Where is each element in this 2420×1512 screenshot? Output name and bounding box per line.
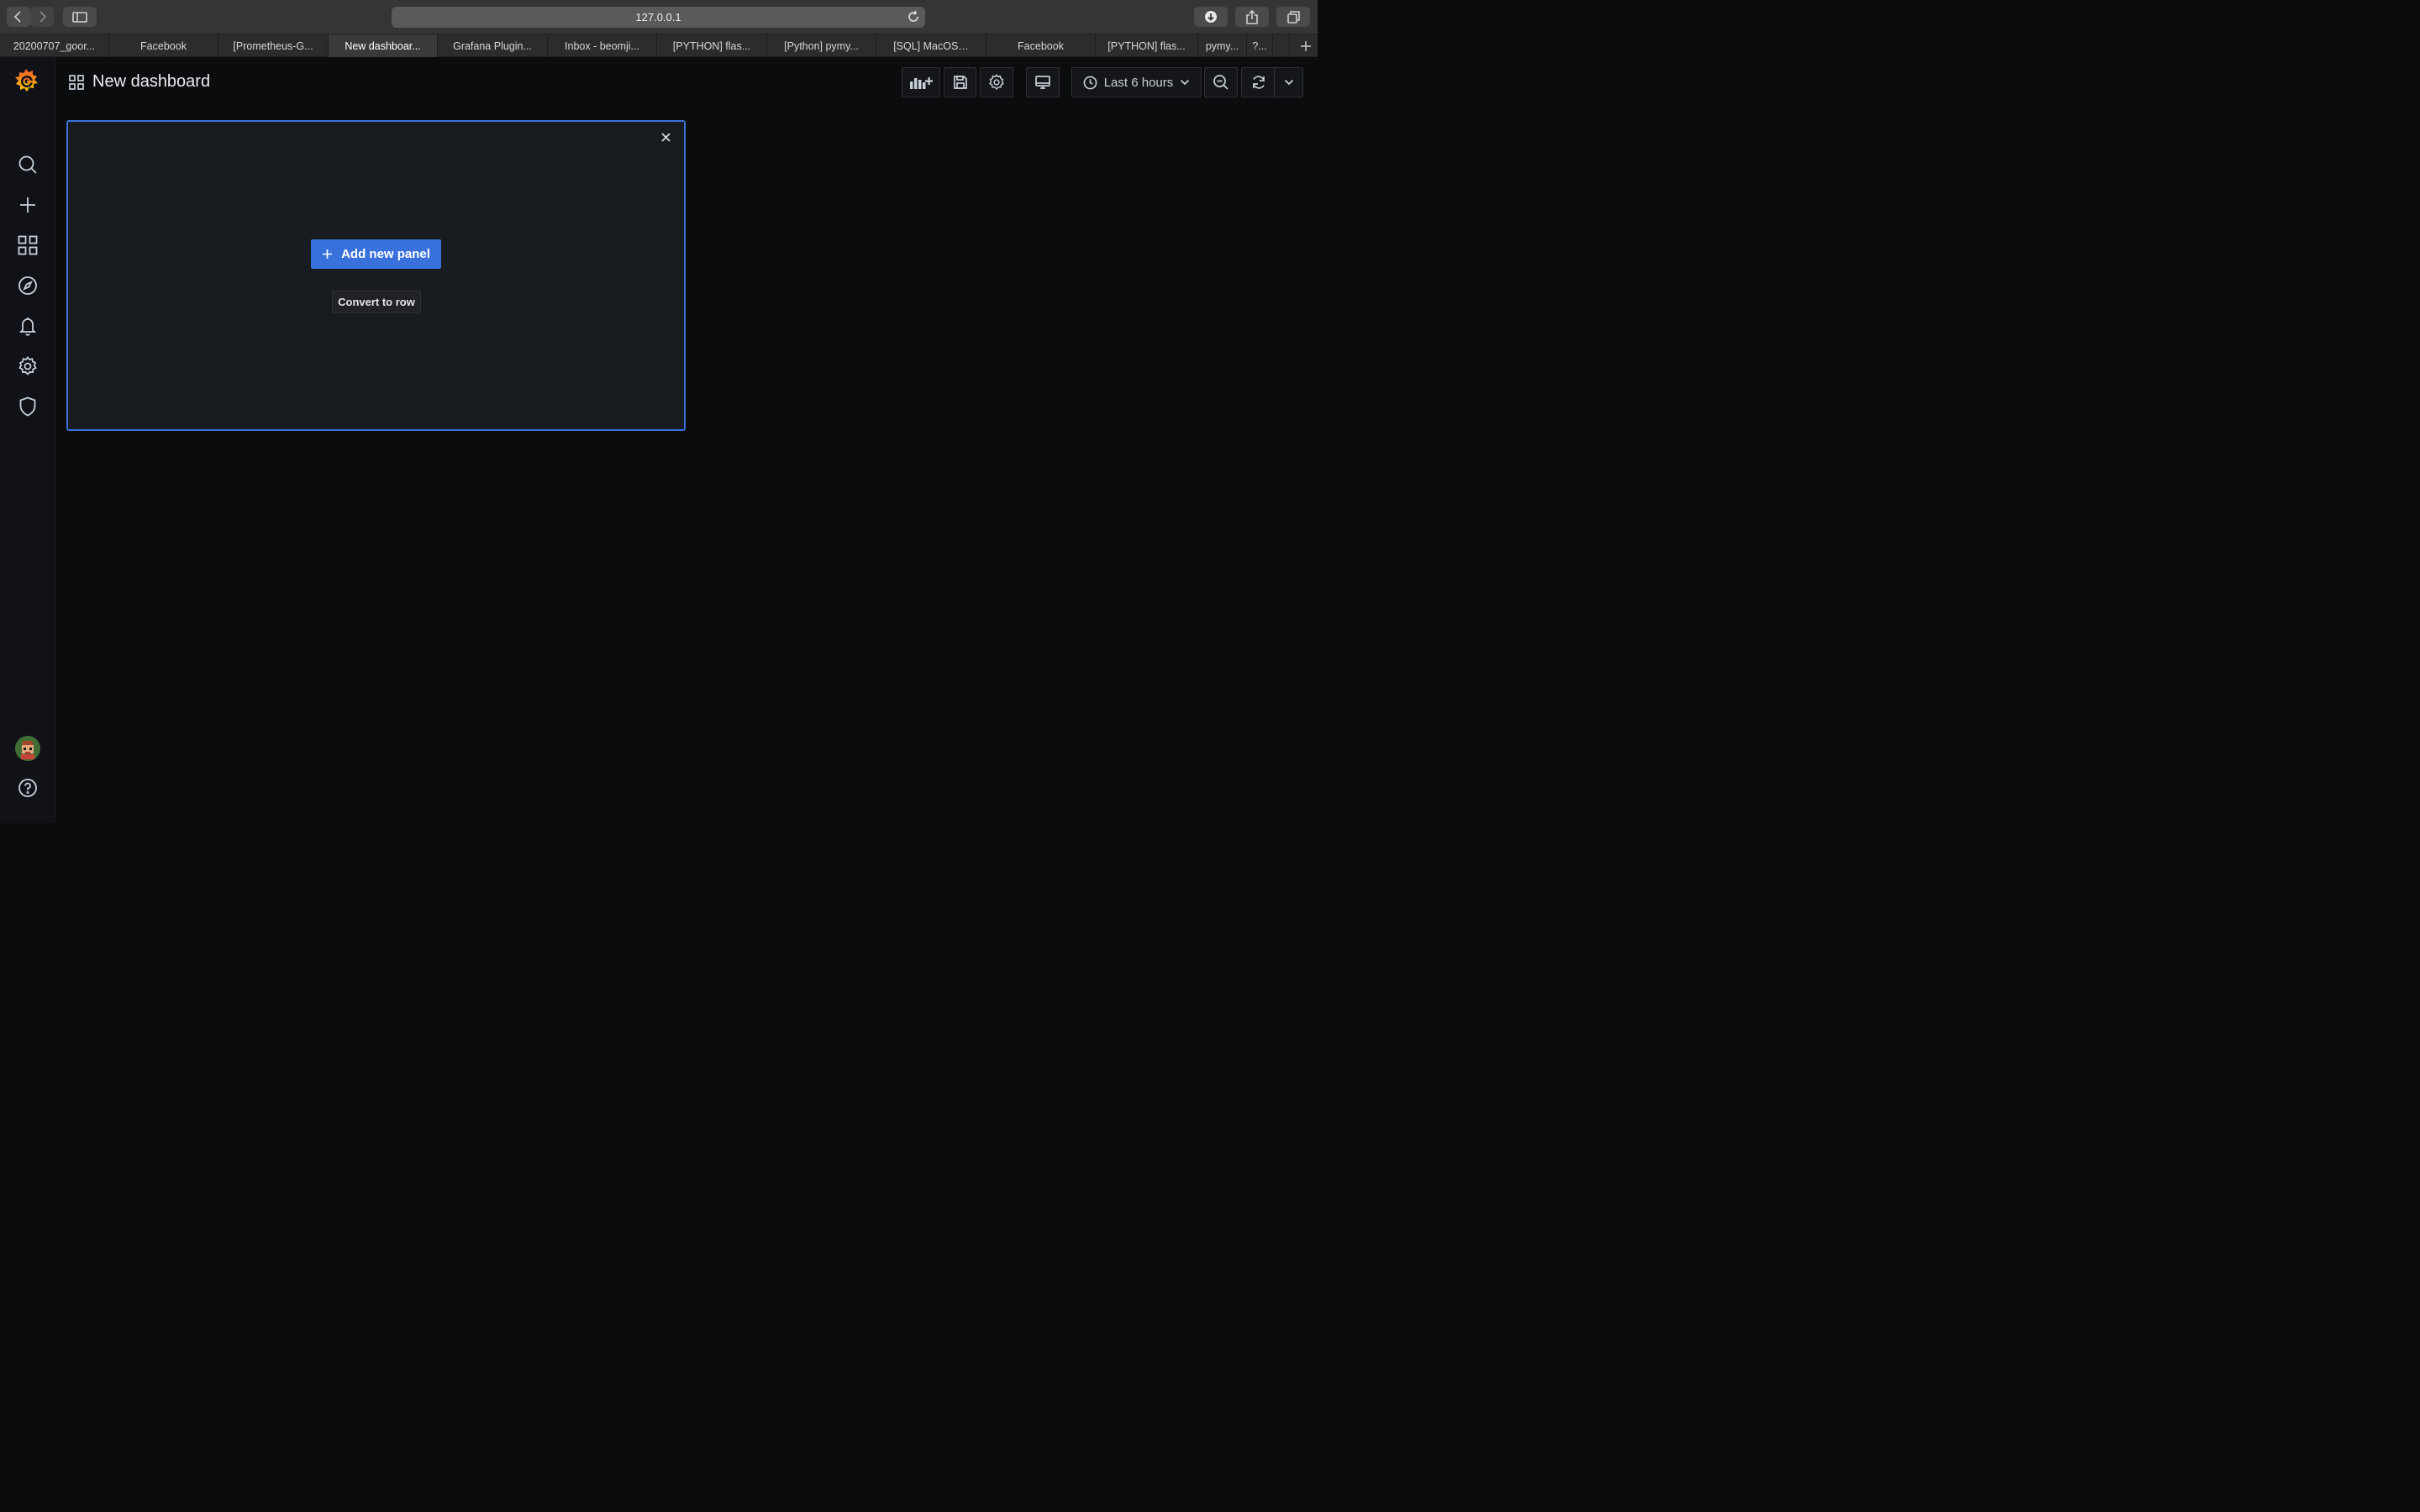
browser-tab[interactable]: [SQL] MacOS… <box>876 34 986 57</box>
browser-tab-bar: 20200707_goor... Facebook [Prometheus-G.… <box>0 34 1318 57</box>
tab-label: [Prometheus-G... <box>233 39 313 52</box>
dashboard-grid-icon <box>69 74 84 90</box>
dashboards-icon <box>18 235 38 255</box>
close-panel-button[interactable] <box>657 129 674 145</box>
create-nav-item[interactable] <box>15 192 40 218</box>
back-button[interactable] <box>7 7 30 27</box>
tab-label: ?... <box>1252 39 1267 52</box>
search-icon <box>18 155 37 174</box>
browser-tab[interactable]: Facebook <box>986 34 1096 57</box>
url-text: 127.0.0.1 <box>635 11 681 24</box>
browser-tab-active[interactable]: New dashboar... <box>329 34 438 57</box>
convert-to-row-button[interactable]: Convert to row <box>332 291 421 313</box>
explore-icon <box>18 276 37 295</box>
tab-label: Grafana Plugin... <box>453 39 532 52</box>
browser-tab[interactable]: ?... <box>1247 34 1273 57</box>
grafana-logo[interactable] <box>12 67 40 96</box>
help-icon <box>18 779 37 797</box>
browser-tab[interactable]: [Python] pymy... <box>767 34 876 57</box>
plus-icon <box>323 249 333 259</box>
tab-label: pymy... <box>1205 39 1239 52</box>
avatar-icon <box>15 736 40 761</box>
grafana-logo-icon <box>15 69 38 92</box>
chevron-down-icon <box>1181 79 1190 86</box>
configuration-nav-item[interactable] <box>15 354 40 379</box>
browser-tab[interactable]: Facebook <box>109 34 218 57</box>
time-range-label: Last 6 hours <box>1103 75 1174 90</box>
browser-tab[interactable]: Grafana Plugin... <box>438 34 548 57</box>
address-bar[interactable]: 127.0.0.1 <box>392 7 925 28</box>
forward-button[interactable] <box>30 7 54 27</box>
back-icon <box>13 11 21 23</box>
browser-tab[interactable]: 20200707_goor... <box>0 34 109 57</box>
browser-tab[interactable]: pymy... <box>1198 34 1247 57</box>
refresh-interval-dropdown[interactable] <box>1274 67 1303 97</box>
close-icon <box>660 132 671 142</box>
new-panel-placeholder: Add new panel Convert to row <box>66 120 686 431</box>
new-tab-button[interactable] <box>1294 34 1318 57</box>
tab-label: New dashboar... <box>345 39 421 52</box>
sidebar-toggle-button[interactable] <box>63 7 97 27</box>
add-panel-icon <box>910 77 933 89</box>
avatar[interactable] <box>15 736 40 761</box>
page-title[interactable]: New dashboard <box>92 72 210 92</box>
search-nav-item[interactable] <box>15 152 40 177</box>
zoom-out-button[interactable] <box>1204 67 1238 97</box>
forward-icon <box>39 11 47 23</box>
explore-nav-item[interactable] <box>15 273 40 298</box>
dashboard-title-bar: New dashboard <box>69 72 210 92</box>
browser-tab[interactable]: Inbox - beomji... <box>548 34 657 57</box>
configuration-icon <box>18 356 37 375</box>
browser-tab[interactable]: [Prometheus-G... <box>218 34 329 57</box>
share-icon <box>1246 9 1258 24</box>
add-panel-button[interactable] <box>902 67 940 97</box>
refresh-icon <box>1252 76 1265 89</box>
cycle-view-mode-button[interactable] <box>1026 67 1060 97</box>
tab-label: [SQL] MacOS… <box>893 39 969 52</box>
convert-to-row-label: Convert to row <box>338 296 415 308</box>
share-button[interactable] <box>1235 7 1269 27</box>
tab-label: [PYTHON] flas... <box>1107 39 1186 52</box>
reload-button[interactable] <box>907 10 920 26</box>
tab-label: [PYTHON] flas... <box>672 39 751 52</box>
time-range-picker[interactable]: Last 6 hours <box>1071 67 1202 97</box>
sidebar-toggle-icon <box>72 11 87 23</box>
save-icon <box>953 76 967 89</box>
tab-label: Facebook <box>1018 39 1064 52</box>
browser-toolbar: 127.0.0.1 <box>0 0 1318 34</box>
shield-icon <box>19 396 36 417</box>
zoom-out-icon <box>1213 75 1228 90</box>
alerting-icon <box>18 318 37 336</box>
refresh-button[interactable] <box>1241 67 1275 97</box>
new-tab-icon <box>1301 40 1311 51</box>
downloads-button[interactable] <box>1194 7 1228 27</box>
tabs-overview-icon <box>1286 10 1300 24</box>
browser-tab[interactable]: [PYTHON] flas... <box>1096 34 1198 57</box>
tab-label: 20200707_goor... <box>13 39 96 52</box>
alerting-nav-item[interactable] <box>15 313 40 339</box>
tab-label: Inbox - beomji... <box>565 39 639 52</box>
browser-tab[interactable]: [PYTHON] flas... <box>657 34 767 57</box>
dashboard-main: New dashboard Last 6 hours Add new panel… <box>55 57 1318 823</box>
tab-label: Facebook <box>140 39 187 52</box>
help-nav-item[interactable] <box>15 775 40 801</box>
tabs-overview-button[interactable] <box>1276 7 1310 27</box>
reload-icon <box>908 10 918 22</box>
dashboards-nav-item[interactable] <box>15 233 40 258</box>
save-dashboard-button[interactable] <box>944 67 976 97</box>
add-new-panel-button[interactable]: Add new panel <box>311 239 441 269</box>
download-icon <box>1205 11 1217 23</box>
browser-tab[interactable] <box>1273 34 1290 57</box>
plus-icon <box>20 197 35 213</box>
server-admin-nav-item[interactable] <box>15 394 40 419</box>
gear-icon <box>989 74 1004 90</box>
tab-label: [Python] pymy... <box>784 39 859 52</box>
dashboard-settings-button[interactable] <box>980 67 1013 97</box>
clock-icon <box>1083 76 1097 89</box>
add-new-panel-label: Add new panel <box>341 247 430 261</box>
chevron-down-icon <box>1284 79 1293 86</box>
grafana-sidebar <box>0 57 55 823</box>
monitor-icon <box>1035 76 1050 89</box>
